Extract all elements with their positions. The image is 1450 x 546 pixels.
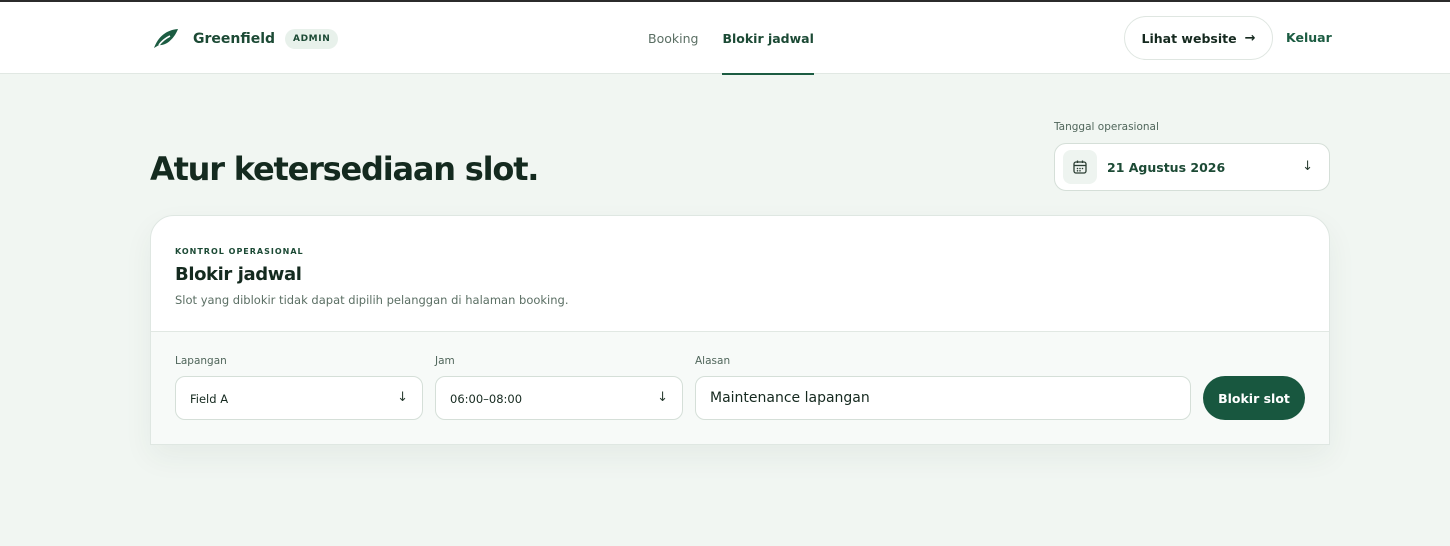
brand-name: Greenfield <box>193 31 276 47</box>
leaf-icon <box>152 27 180 51</box>
time-label: Jam <box>435 355 455 367</box>
field-select-value: Field A <box>190 392 229 406</box>
view-website-label: Lihat website <box>1141 30 1237 46</box>
nav-item-booking[interactable]: Booking <box>648 2 698 74</box>
main-nav: Booking Blokir jadwal <box>648 2 838 75</box>
field-select[interactable]: Field A ↓ <box>175 376 423 420</box>
chevron-down-icon: ↓ <box>1302 159 1313 174</box>
block-slot-button[interactable]: Blokir slot <box>1203 376 1305 420</box>
card-description: Slot yang diblokir tidak dapat dipilih p… <box>175 293 569 307</box>
date-picker[interactable]: 21 Agustus 2026 ↓ <box>1054 143 1330 191</box>
reason-input[interactable] <box>695 376 1191 420</box>
admin-badge: ADMIN <box>285 29 339 49</box>
chevron-down-icon: ↓ <box>657 390 668 405</box>
top-header: Greenfield ADMIN Booking Blokir jadwal L… <box>0 2 1450 75</box>
field-label: Lapangan <box>175 355 227 367</box>
time-select-value: 06:00–08:00 <box>450 392 523 406</box>
nav-item-blokir-jadwal[interactable]: Blokir jadwal <box>722 2 815 75</box>
block-form: Lapangan Field A ↓ Jam 06:00–08:00 ↓ Ala… <box>151 331 1329 444</box>
card-eyebrow: KONTROL OPERASIONAL <box>175 247 304 256</box>
time-select[interactable]: 06:00–08:00 ↓ <box>435 376 683 420</box>
view-website-button[interactable]: Lihat website → <box>1124 16 1273 60</box>
card-title: Blokir jadwal <box>175 264 302 285</box>
block-schedule-card: KONTROL OPERASIONAL Blokir jadwal Slot y… <box>150 215 1330 445</box>
arrow-right-icon: → <box>1244 30 1256 46</box>
date-value: 21 Agustus 2026 <box>1107 159 1226 175</box>
brand[interactable]: Greenfield ADMIN <box>152 26 339 52</box>
reason-label: Alasan <box>695 355 731 367</box>
logout-link[interactable]: Keluar <box>1286 30 1332 45</box>
page-title: Atur ketersediaan slot. <box>150 150 539 188</box>
chevron-down-icon: ↓ <box>397 390 408 405</box>
calendar-icon <box>1063 150 1097 184</box>
date-label: Tanggal operasional <box>1054 121 1159 133</box>
